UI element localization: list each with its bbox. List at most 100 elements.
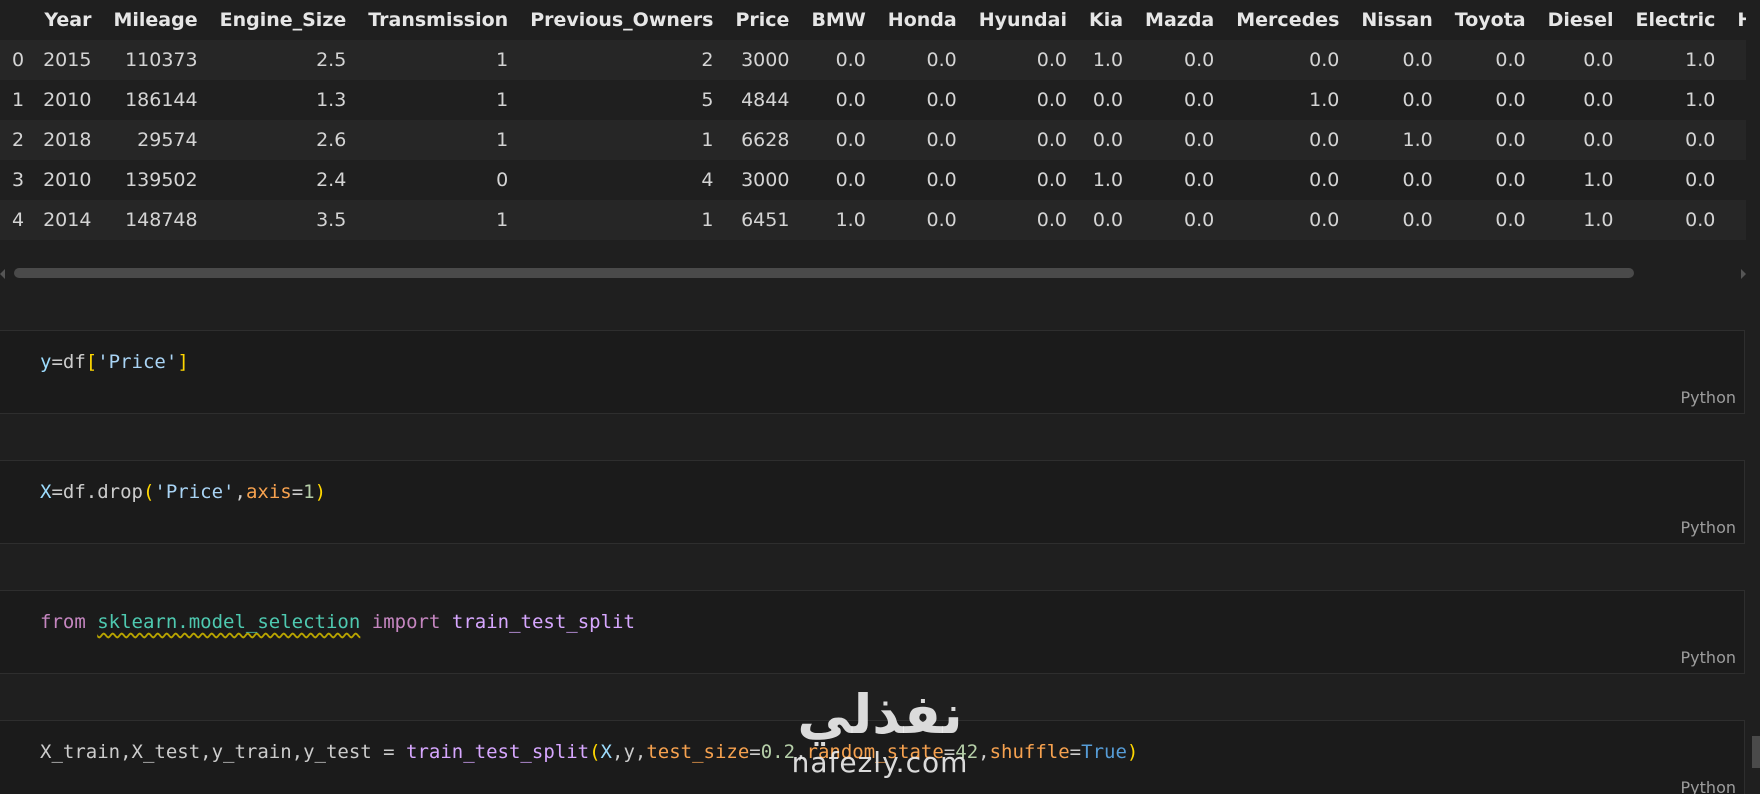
code-token: ,: [978, 741, 990, 763]
cell-language-label[interactable]: Python: [1681, 648, 1736, 667]
column-header: BMW: [800, 0, 877, 40]
code-editor[interactable]: from sklearn.model_selection import trai…: [40, 611, 635, 633]
notebook-view: Year Mileage Engine_Size Transmission Previo…: [0, 0, 1760, 794]
scroll-right-icon[interactable]: [1741, 269, 1746, 279]
column-header: Hyundai: [967, 0, 1078, 40]
table-header-row: Year Mileage Engine_Size Transmission Previo…: [0, 0, 1746, 40]
table-cell: 0.0: [1077, 80, 1135, 120]
code-token: y: [40, 351, 52, 373]
table-cell: 0.0: [1726, 160, 1746, 200]
column-header: [0, 0, 33, 40]
code-cell-4[interactable]: X_train,X_test,y_train,y_test = train_te…: [0, 720, 1745, 794]
table-cell: 0.0: [1134, 120, 1226, 160]
table-row: 4 2014 148748 3.5 1 1 6451 1.0 0.0 0.0 0.0 0.0 0.0 0.…: [0, 200, 1746, 240]
table-cell: 5: [519, 80, 725, 120]
table-cell: 0: [357, 160, 520, 200]
code-cell-2[interactable]: X=df.drop('Price',axis=1) Python: [0, 460, 1745, 544]
column-header: Mileage: [102, 0, 209, 40]
table-cell: 1.3: [208, 80, 358, 120]
column-header: Mercedes: [1225, 0, 1351, 40]
code-editor[interactable]: y=df['Price']: [40, 351, 189, 373]
table-cell: 2: [519, 40, 725, 80]
cell-language-label[interactable]: Python: [1681, 388, 1736, 407]
code-editor[interactable]: X_train,X_test,y_train,y_test = train_te…: [40, 741, 1138, 763]
code-token: random_state: [806, 741, 944, 763]
table-cell: 0.0: [1134, 80, 1226, 120]
code-token: ,: [795, 741, 807, 763]
table-cell: 0.0: [967, 120, 1078, 160]
code-editor[interactable]: X=df.drop('Price',axis=1): [40, 481, 326, 503]
table-cell: 1.0: [800, 200, 877, 240]
table-cell: 1.0: [1077, 160, 1135, 200]
table-cell: 0.0: [800, 120, 877, 160]
table-cell: 4: [519, 160, 725, 200]
table-cell: 0.0: [1726, 80, 1746, 120]
table-cell: 0.0: [1077, 200, 1135, 240]
table-cell: 6451: [724, 200, 801, 240]
code-token: sklearn.model_selection: [97, 611, 361, 633]
table-cell: 0.0: [1134, 40, 1226, 80]
table-cell: 0.0: [1350, 160, 1444, 200]
scroll-left-icon[interactable]: [0, 269, 5, 279]
table-cell: 0.0: [1225, 200, 1351, 240]
cell-language-label[interactable]: Python: [1681, 518, 1736, 537]
code-token: import: [371, 611, 441, 633]
table-cell: 0.0: [1350, 40, 1444, 80]
column-header: Previous_Owners: [519, 0, 725, 40]
table-cell: 0.0: [800, 80, 877, 120]
code-token: shuffle: [989, 741, 1070, 763]
table-cell: 1: [357, 80, 520, 120]
table-cell: 2018: [32, 120, 103, 160]
table-cell: 139502: [102, 160, 209, 200]
code-token: 0.2: [760, 741, 796, 763]
code-token: 'Price': [154, 481, 235, 503]
table-cell: 1.0: [1536, 160, 1625, 200]
code-token: =df.drop: [51, 481, 143, 503]
vertical-scrollbar-thumb[interactable]: [1752, 736, 1760, 768]
column-header: Diesel: [1536, 0, 1625, 40]
code-token: =: [1069, 741, 1082, 763]
table-cell: 2.4: [208, 160, 358, 200]
dataframe-output: Year Mileage Engine_Size Transmission Previo…: [0, 0, 1746, 290]
code-token: ]: [177, 351, 189, 373]
table-cell: 3000: [724, 160, 801, 200]
code-token: =: [291, 481, 304, 503]
code-cell-3[interactable]: from sklearn.model_selection import trai…: [0, 590, 1745, 674]
column-header: Transmission: [357, 0, 520, 40]
table-cell: 1.0: [1225, 80, 1351, 120]
table-cell: 2.6: [208, 120, 358, 160]
table-cell: 1: [519, 120, 725, 160]
column-header: Kia: [1077, 0, 1135, 40]
table-cell: 0.0: [1443, 120, 1537, 160]
table-cell: 0.0: [876, 80, 968, 120]
code-token: ): [314, 481, 327, 503]
table-cell: 1.0: [1077, 40, 1135, 80]
table-cell: 1.0: [1536, 200, 1625, 240]
code-token: =df: [51, 351, 86, 373]
table-cell: 0.0: [1225, 40, 1351, 80]
table-cell: 6628: [724, 120, 801, 160]
table-cell: 0.0: [1726, 120, 1746, 160]
code-token: axis: [245, 481, 292, 503]
table-cell: 1.0: [1624, 80, 1727, 120]
code-token: ,: [234, 481, 246, 503]
table-cell: 1.0: [1350, 120, 1444, 160]
scrollbar-thumb[interactable]: [14, 268, 1634, 278]
table-cell: 0.0: [967, 160, 1078, 200]
horizontal-scrollbar[interactable]: [0, 266, 1746, 280]
table-cell: 0.0: [1726, 200, 1746, 240]
table-cell: 2010: [32, 160, 103, 200]
table-cell: 0.0: [1624, 200, 1727, 240]
table-cell: 0.0: [1726, 40, 1746, 80]
code-token: X_train,X_test,y_train,y_test =: [40, 741, 407, 763]
code-token: train_test_split: [451, 611, 635, 633]
code-cell-1[interactable]: y=df['Price'] Python: [0, 330, 1745, 414]
table-cell: 1: [357, 40, 520, 80]
cell-language-label[interactable]: Python: [1681, 778, 1736, 794]
table-cell: 4844: [724, 80, 801, 120]
code-token: 42: [955, 741, 979, 763]
table-cell: 0.0: [876, 160, 968, 200]
code-token: X: [40, 481, 52, 503]
column-header: Hybrid: [1726, 0, 1746, 40]
